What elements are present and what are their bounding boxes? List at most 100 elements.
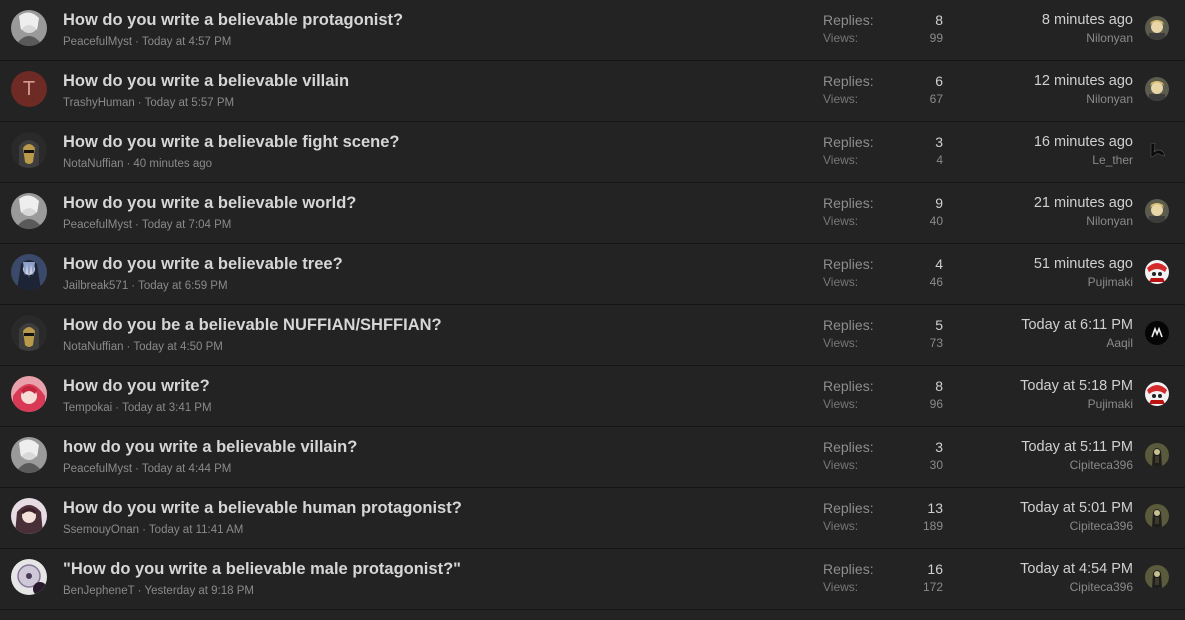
views-count: 99 — [929, 31, 943, 45]
latest-user[interactable]: Aaqil — [1021, 336, 1133, 350]
thread-title[interactable]: how do you write a believable villain? — [63, 438, 357, 457]
thread-date[interactable]: Today at 6:59 PM — [138, 280, 228, 292]
dark-figure-avatar[interactable] — [1145, 565, 1169, 589]
views-label: Views: — [823, 458, 859, 472]
thread-date[interactable]: Today at 11:41 AM — [149, 524, 243, 536]
latest-time[interactable]: Today at 5:11 PM — [1021, 439, 1133, 455]
dark-figure-avatar[interactable] — [1145, 443, 1169, 467]
thread-row[interactable]: How do you write? Tempokai · Today at 3:41… — [0, 366, 1185, 427]
views-label: Views: — [823, 153, 859, 167]
thread-meta: PeacefulMyst · Today at 7:04 PM — [63, 219, 231, 231]
latest-time[interactable]: Today at 4:54 PM — [1020, 561, 1133, 577]
latest-user[interactable]: Nilonyan — [1042, 31, 1133, 45]
black-emblem-avatar[interactable] — [1145, 321, 1169, 345]
grey-portrait-avatar[interactable] — [11, 437, 47, 473]
thread-title[interactable]: How do you write a believable fight scen… — [63, 133, 400, 152]
thread-row[interactable]: How do you be a believable NUFFIAN/SHFFI… — [0, 305, 1185, 366]
blue-character-avatar[interactable] — [11, 254, 47, 290]
replies-label: Replies: — [823, 439, 874, 455]
thread-date[interactable]: Today at 4:44 PM — [142, 463, 232, 475]
pink-character-avatar[interactable] — [11, 376, 47, 412]
latest-post: Today at 5:01 PM Cipiteca396 — [1020, 500, 1133, 533]
thread-title[interactable]: How do you write a believable protagonis… — [63, 11, 403, 30]
latest-user[interactable]: Le_ther — [1034, 153, 1133, 167]
meta-separator: · — [126, 158, 131, 170]
thread-title[interactable]: How do you write a believable human prot… — [63, 499, 462, 518]
thread-row[interactable]: How do you write a believable fight scen… — [0, 122, 1185, 183]
letter-avatar[interactable]: T — [11, 71, 47, 107]
thread-author[interactable]: Tempokai — [63, 402, 112, 414]
thread-title[interactable]: How do you be a believable NUFFIAN/SHFFI… — [63, 316, 442, 335]
replies-count: 8 — [935, 378, 943, 394]
thread-meta: TrashyHuman · Today at 5:57 PM — [63, 97, 234, 109]
thread-row[interactable]: How do you write a believable tree? Jail… — [0, 244, 1185, 305]
latest-user[interactable]: Cipiteca396 — [1020, 580, 1133, 594]
red-white-character-avatar[interactable] — [1145, 260, 1169, 284]
dark-figure-avatar[interactable] — [1145, 504, 1169, 528]
thread-date[interactable]: Today at 4:50 PM — [133, 341, 223, 353]
thread-author[interactable]: Jailbreak571 — [63, 280, 128, 292]
thread-date[interactable]: Today at 3:41 PM — [122, 402, 212, 414]
latest-user[interactable]: Cipiteca396 — [1021, 458, 1133, 472]
latest-post: Today at 5:11 PM Cipiteca396 — [1021, 439, 1133, 472]
thread-title[interactable]: How do you write a believable world? — [63, 194, 356, 213]
replies-count: 13 — [927, 500, 943, 516]
views-label: Views: — [823, 397, 859, 411]
thread-author[interactable]: NotaNuffian — [63, 341, 124, 353]
thread-author[interactable]: PeacefulMyst — [63, 219, 132, 231]
latest-time[interactable]: 51 minutes ago — [1034, 256, 1133, 272]
thread-row[interactable]: "How do you write a believable male prot… — [0, 549, 1185, 610]
thread-row[interactable]: How do you write a believable protagonis… — [0, 0, 1185, 61]
latest-user[interactable]: Pujimaki — [1020, 397, 1133, 411]
masked-knight-avatar[interactable] — [11, 132, 47, 168]
grey-portrait-avatar[interactable] — [11, 193, 47, 229]
blonde-character-avatar[interactable] — [1145, 16, 1169, 40]
thread-row[interactable]: how do you write a believable villain? P… — [0, 427, 1185, 488]
latest-time[interactable]: 12 minutes ago — [1034, 73, 1133, 89]
latest-time[interactable]: 16 minutes ago — [1034, 134, 1133, 150]
thread-date[interactable]: Today at 5:57 PM — [145, 97, 235, 109]
thread-stats: Replies: 8 Views: 99 — [823, 12, 943, 45]
blonde-character-avatar[interactable] — [1145, 77, 1169, 101]
replies-label: Replies: — [823, 378, 874, 394]
red-white-character-avatar[interactable] — [1145, 382, 1169, 406]
replies-count: 6 — [935, 73, 943, 89]
thread-title[interactable]: How do you write a believable tree? — [63, 255, 343, 274]
thread-title[interactable]: How do you write? — [63, 377, 210, 396]
thread-row[interactable]: How do you write a believable human prot… — [0, 488, 1185, 549]
replies-count: 3 — [935, 134, 943, 150]
thread-row[interactable]: How do you write a believable world? Pea… — [0, 183, 1185, 244]
thread-date[interactable]: Today at 4:57 PM — [142, 36, 232, 48]
thread-title[interactable]: How do you write a believable villain — [63, 72, 349, 91]
thread-author[interactable]: SsemouyOnan — [63, 524, 139, 536]
anime-girl-avatar[interactable] — [11, 498, 47, 534]
thread-date[interactable]: Yesterday at 9:18 PM — [144, 585, 254, 597]
latest-user[interactable]: Nilonyan — [1034, 214, 1133, 228]
thread-author[interactable]: NotaNuffian — [63, 158, 124, 170]
masked-knight-avatar[interactable] — [11, 315, 47, 351]
thread-title[interactable]: "How do you write a believable male prot… — [63, 560, 461, 579]
thread-author[interactable]: PeacefulMyst — [63, 36, 132, 48]
thread-meta: NotaNuffian · 40 minutes ago — [63, 158, 212, 170]
thread-date[interactable]: Today at 7:04 PM — [142, 219, 232, 231]
latest-user[interactable]: Cipiteca396 — [1020, 519, 1133, 533]
thread-author[interactable]: TrashyHuman — [63, 97, 135, 109]
grey-portrait-avatar[interactable] — [11, 10, 47, 46]
ink-brush-avatar[interactable] — [1145, 138, 1169, 162]
latest-user[interactable]: Nilonyan — [1034, 92, 1133, 106]
thread-author[interactable]: BenJepheneT — [63, 585, 135, 597]
latest-time[interactable]: Today at 6:11 PM — [1021, 317, 1133, 333]
thread-author[interactable]: PeacefulMyst — [63, 463, 132, 475]
latest-user[interactable]: Pujimaki — [1034, 275, 1133, 289]
thread-date[interactable]: 40 minutes ago — [133, 158, 212, 170]
thread-row[interactable]: T How do you write a believable villain … — [0, 61, 1185, 122]
meta-separator: · — [126, 341, 131, 353]
latest-post: Today at 5:18 PM Pujimaki — [1020, 378, 1133, 411]
replies-count: 8 — [935, 12, 943, 28]
disc-avatar[interactable] — [11, 559, 47, 595]
latest-time[interactable]: 21 minutes ago — [1034, 195, 1133, 211]
blonde-character-avatar[interactable] — [1145, 199, 1169, 223]
latest-time[interactable]: Today at 5:01 PM — [1020, 500, 1133, 516]
latest-time[interactable]: Today at 5:18 PM — [1020, 378, 1133, 394]
latest-time[interactable]: 8 minutes ago — [1042, 12, 1133, 28]
